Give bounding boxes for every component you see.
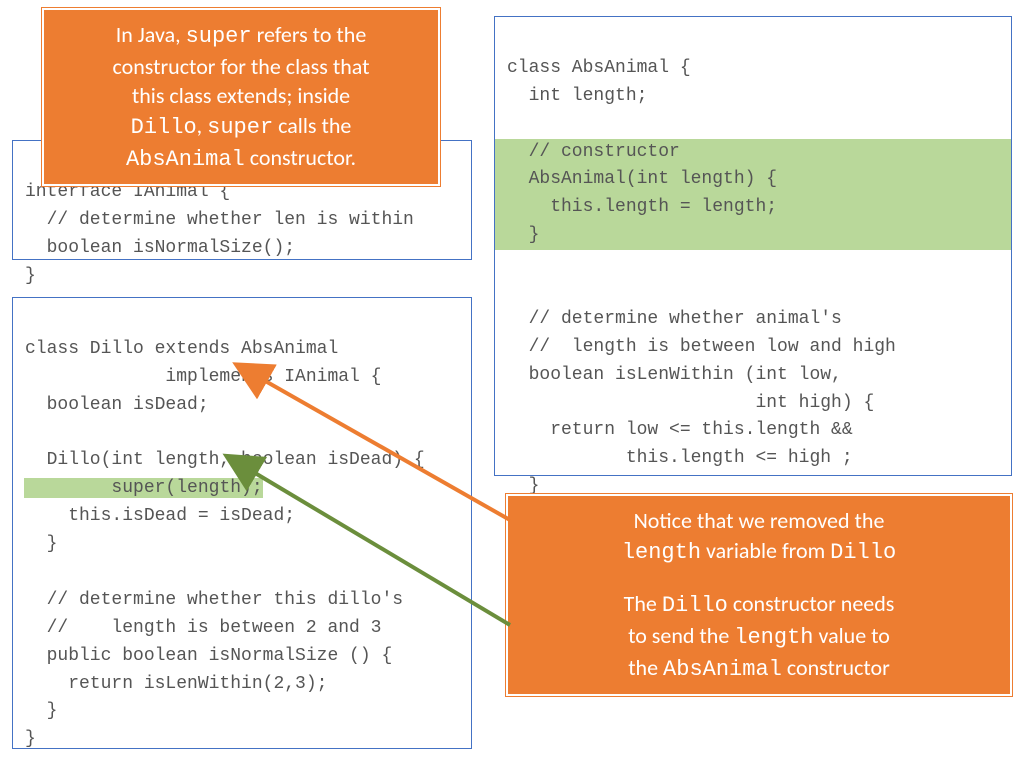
callout-line: The Dillo constructor needs [522, 589, 996, 621]
code-line: } [25, 534, 57, 554]
code-line: this.length <= high ; [507, 448, 853, 468]
code-line: } [25, 729, 36, 749]
callout-super-explanation: In Java, super refers to the constructor… [42, 8, 440, 186]
callout-line: In Java, super refers to the [58, 20, 424, 52]
callout-length-removed: Notice that we removed the length variab… [506, 494, 1012, 696]
callout-line: Notice that we removed the [522, 506, 996, 536]
code-line: this.length = length; [507, 197, 777, 217]
code-line: return isLenWithin(2,3); [25, 674, 327, 694]
code-line: int high) { [507, 393, 874, 413]
code-line: } [25, 701, 57, 721]
callout-line: this class extends; inside [58, 81, 424, 111]
code-line: implements IAnimal { [25, 367, 381, 387]
code-absanimal: class AbsAnimal { int length; // constru… [494, 16, 1012, 476]
highlight-super-call: super(length); [24, 478, 262, 498]
code-line: // determine whether this dillo's [25, 590, 403, 610]
callout-line: Dillo, super calls the [58, 111, 424, 143]
code-line: } [507, 225, 539, 245]
code-line: Dillo(int length, boolean isDead) { [25, 450, 425, 470]
code-line: } [25, 266, 36, 286]
callout-line: AbsAnimal constructor. [58, 143, 424, 175]
code-line: boolean isDead; [25, 395, 209, 415]
code-dillo: class Dillo extends AbsAnimal implements… [12, 297, 472, 749]
code-line: boolean isNormalSize(); [25, 238, 295, 258]
callout-line: the AbsAnimal constructor [522, 653, 996, 685]
code-line: AbsAnimal(int length) { [507, 169, 777, 189]
callout-line: constructor for the class that [58, 52, 424, 82]
code-line: // constructor [507, 142, 680, 162]
highlight-constructor: // constructor AbsAnimal(int length) { t… [495, 139, 1011, 251]
code-line: return low <= this.length && [507, 420, 853, 440]
code-line: boolean isLenWithin (int low, [507, 365, 842, 385]
code-line: // length is between 2 and 3 [25, 618, 381, 638]
code-line: // determine whether animal's [507, 309, 842, 329]
code-line: super(length); [25, 478, 263, 498]
code-line: interface IAnimal { // determine whether… [25, 182, 414, 230]
code-line: // length is between low and high [507, 337, 896, 357]
code-line: int length; [507, 86, 647, 106]
callout-line: to send the length value to [522, 621, 996, 653]
code-line: this.isDead = isDead; [25, 506, 295, 526]
callout-line: length variable from Dillo [522, 536, 996, 568]
callout-spacer [522, 567, 996, 589]
code-line: public boolean isNormalSize () { [25, 646, 392, 666]
code-line: class AbsAnimal { [507, 58, 691, 78]
code-line: class Dillo extends AbsAnimal [25, 339, 338, 359]
